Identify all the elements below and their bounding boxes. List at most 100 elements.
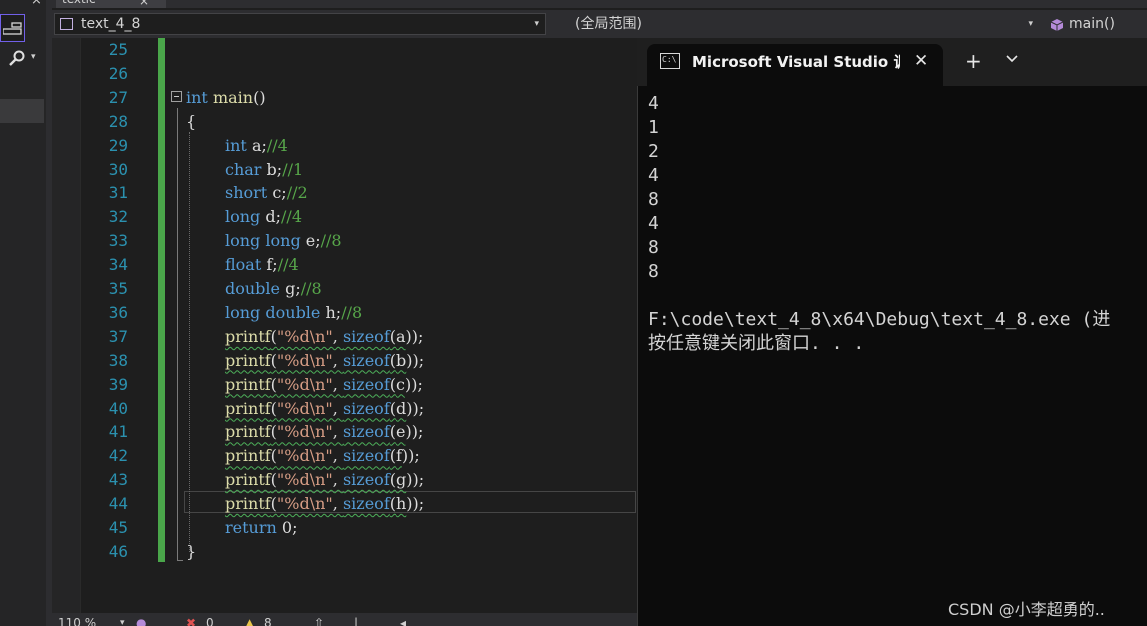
warning-count: 8 [264, 616, 272, 626]
sizeof-keyword: sizeof [342, 446, 390, 466]
argument: d [395, 398, 407, 418]
brace: } [186, 541, 197, 561]
string-literal: "%d\n" [276, 398, 333, 418]
function-name: printf [225, 398, 271, 418]
project-combo[interactable]: text_4_8 ▾ [54, 13, 546, 35]
code-line-declaration: int a;//4 [225, 134, 288, 158]
code-line-printf: printf("%d\n", sizeof(e)); [225, 420, 423, 444]
punctuation: () [253, 87, 266, 107]
warning-icon[interactable]: ▲ [245, 617, 254, 626]
variable-name: c [272, 183, 282, 203]
console-output-line: 4 [648, 93, 659, 114]
sizeof-keyword: sizeof [342, 494, 390, 514]
code-line-declaration: double g;//8 [225, 277, 322, 301]
line-number: 45 [108, 518, 128, 537]
type-keyword: float [225, 255, 262, 275]
console-output-line: 8 [648, 237, 659, 258]
member-label: main() [1069, 16, 1115, 32]
punctuation: )); [406, 470, 425, 490]
status-bar: 110 % ▾ ● ✖ 0 ▲ 8 ⇧ | ◂ [52, 613, 637, 626]
argument: b [395, 350, 407, 370]
line-number: 43 [108, 470, 128, 490]
member-combo[interactable]: main() [1044, 13, 1147, 35]
navigate-up-icon[interactable]: ⇧ [314, 617, 324, 626]
type-keyword: long long [225, 231, 301, 251]
return-keyword: return [225, 518, 277, 537]
line-number: 27 [108, 87, 128, 107]
new-tab-icon[interactable]: + [965, 49, 982, 73]
function-name: main [207, 87, 254, 107]
chevron-down-icon[interactable] [1005, 53, 1019, 65]
navigation-bar: text_4_8 ▾ (全局范围) ▾ main() [52, 10, 1147, 38]
variable-name: d [265, 207, 276, 227]
chevron-down-icon[interactable]: ▾ [120, 617, 125, 626]
type-keyword: int [225, 135, 247, 155]
console-output-line: 8 [648, 261, 659, 282]
line-number: 25 [108, 40, 128, 59]
close-icon[interactable]: ✕ [914, 50, 928, 72]
sizeof-keyword: sizeof [342, 326, 390, 346]
navigate-back-icon[interactable]: ◂ [400, 617, 406, 626]
left-tool-panel: × ▾ [0, 0, 46, 626]
project-icon [60, 18, 73, 30]
gutter-divider [80, 38, 81, 613]
punctuation: )); [404, 374, 423, 394]
brace: { [186, 111, 197, 131]
document-tab[interactable]: textic [56, 0, 166, 8]
punctuation: )); [406, 350, 425, 370]
string-literal: "%d\n" [276, 422, 333, 442]
argument: g [395, 470, 407, 490]
comment: //8 [320, 231, 342, 251]
chevron-down-icon[interactable]: ▾ [534, 14, 539, 34]
indent-guide [189, 132, 190, 552]
comment: //4 [266, 135, 288, 155]
line-number: 40 [108, 398, 128, 418]
punctuation: , [332, 374, 343, 394]
code-line-open-brace: { [186, 110, 196, 134]
search-icon[interactable] [8, 50, 26, 68]
punctuation: , [332, 446, 343, 466]
scope-combo[interactable]: (全局范围) ▾ [550, 13, 1040, 35]
string-literal: "%d\n" [276, 326, 333, 346]
search-dropdown-icon[interactable]: ▾ [31, 52, 36, 62]
line-number: 34 [108, 255, 128, 275]
punctuation: )); [401, 446, 420, 466]
document-tab-close-icon[interactable]: × [139, 0, 149, 8]
code-line-main: int main() [186, 86, 266, 110]
variable-name: g [285, 279, 296, 298]
string-literal: "%d\n" [276, 350, 333, 370]
line-number: 31 [108, 183, 128, 203]
comment: //4 [281, 207, 302, 227]
return-value: 0; [276, 518, 298, 537]
zoom-level[interactable]: 110 % [58, 617, 96, 626]
panel-close-icon[interactable]: × [31, 0, 42, 8]
cube-icon [1050, 19, 1064, 31]
console-exit-line: F:\code\text_4_8\x64\Debug\text_4_8.exe … [648, 309, 1111, 330]
code-line-declaration: long d;//4 [225, 205, 302, 229]
copilot-icon[interactable]: ● [136, 617, 146, 626]
selected-tree-row[interactable] [0, 99, 44, 123]
line-number: 32 [108, 207, 128, 227]
comment: //4 [277, 255, 299, 275]
console-output-line: 2 [648, 141, 659, 162]
punctuation: )); [405, 422, 424, 442]
function-name: printf [225, 374, 271, 394]
string-literal: "%d\n" [276, 374, 333, 394]
line-number: 38 [108, 350, 128, 370]
sizeof-keyword: sizeof [342, 422, 390, 442]
punctuation: )); [406, 398, 425, 418]
line-number: 29 [108, 135, 128, 155]
function-name: printf [225, 422, 271, 442]
error-icon[interactable]: ✖ [186, 617, 196, 626]
collapse-icon[interactable] [171, 91, 182, 102]
variable-name: b [266, 159, 277, 179]
toolbox-view-button[interactable] [0, 14, 25, 42]
keyword: int [186, 87, 208, 107]
code-line-printf: printf("%d\n", sizeof(b)); [225, 349, 424, 373]
punctuation: , [332, 398, 343, 418]
argument: a [395, 326, 406, 346]
code-line-declaration: long double h;//8 [225, 301, 362, 325]
console-output-line: 4 [648, 165, 659, 186]
line-number: 33 [108, 231, 128, 251]
chevron-down-icon[interactable]: ▾ [1028, 14, 1033, 34]
